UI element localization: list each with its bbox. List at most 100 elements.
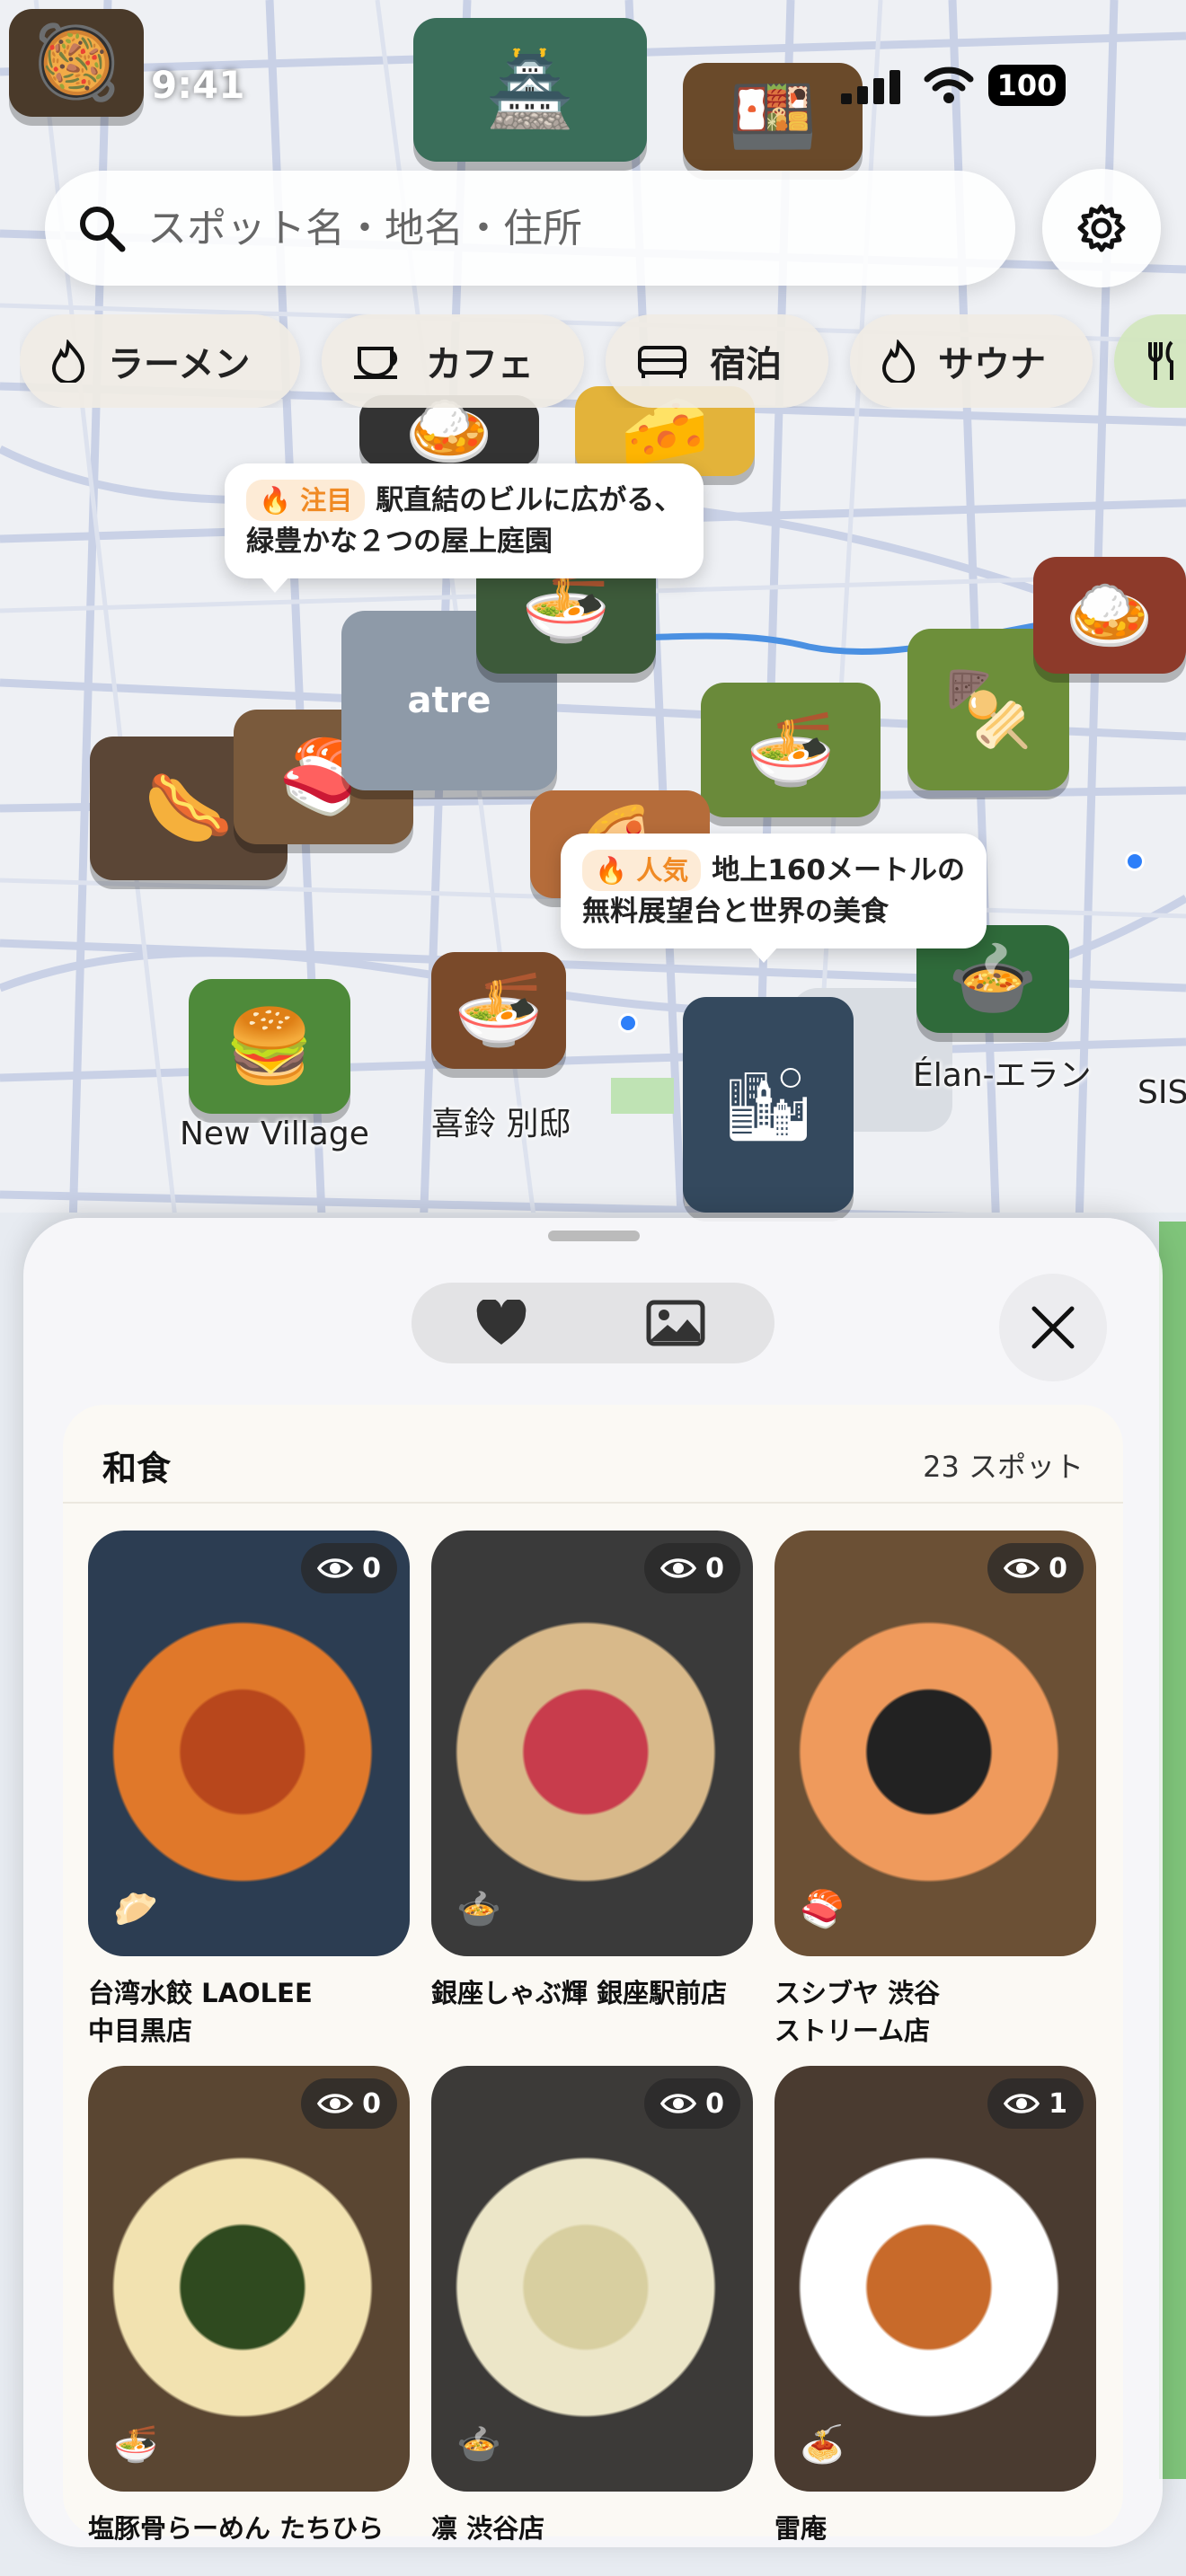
view-count-badge: 0 [644,1543,740,1593]
top-restaurant-tile[interactable]: 🏯 [413,18,647,162]
chip-label: 宿泊 [710,344,782,385]
spot-photo[interactable]: 0 🍣 [774,1531,1096,1956]
spot-name[interactable]: 凛 渋谷店 [431,2510,753,2547]
food-tile-icon: 🍜 [113,2423,158,2466]
spot-name[interactable]: 銀座しゃぶ輝 銀座駅前店 [431,1974,753,2012]
chip-label: ラーメン [108,344,251,385]
spot-card[interactable]: 0 🍲 凛 渋谷店 [431,2066,753,2547]
eye-icon [660,1558,697,1578]
noodle-bowl-tile[interactable]: 🍜 [701,683,881,817]
callout-line: 地上160メートルの [712,854,965,887]
spot-count: 23 スポット [923,1450,1084,1484]
food-tile-icon: 🥟 [113,1888,158,1930]
location-dot [618,1013,638,1033]
spot-name[interactable]: スシブヤ 渋谷 ストリーム店 [774,1974,1096,2050]
chip-cafe[interactable]: カフェ [322,314,584,408]
fork-knife-icon [1148,340,1173,380]
food-tile-icon: 🍝 [800,2423,845,2466]
view-count: 0 [705,1552,724,1584]
callout-line: 駅直結のビルに広がる、 [376,484,683,516]
view-count-badge: 0 [987,1543,1084,1593]
chip-ramen[interactable]: ラーメン [20,314,300,408]
spot-photo[interactable]: 0 🍲 [431,1531,753,1956]
curry-tile[interactable]: 🍛 [1033,557,1186,674]
chip-restaurant[interactable] [1114,314,1186,408]
map-label-kirei[interactable]: 喜鈴 別邸 [431,1098,571,1144]
callout-line: 無料展望台と世界の美食 [582,895,889,928]
gear-icon [1077,204,1126,252]
close-icon [1031,1306,1075,1349]
spot-photo[interactable]: 0 🥟 [88,1531,410,1956]
eye-icon [317,1558,354,1578]
spot-name[interactable]: 雷庵 [774,2510,1096,2547]
bed-icon [638,346,686,378]
spot-photo[interactable]: 0 🍜 [88,2066,410,2492]
flame-icon [51,340,85,383]
favorites-tab[interactable] [447,1283,555,1363]
spot-card[interactable]: 0 🍜 塩豚骨らーめん たちひら [88,2066,410,2547]
bento-tile[interactable]: 🍱 [683,63,863,171]
view-count-badge: 0 [301,2078,397,2129]
callout-line: 緑豊かな２つの屋上庭園 [246,525,553,558]
map-label-new-village[interactable]: New Village [180,1116,369,1152]
food-tile-icon: 🍲 [456,1888,501,1930]
heart-icon [476,1300,527,1345]
map-callout-popular[interactable]: 🔥 人気 地上160メートルの 無料展望台と世界の美食 [561,834,987,963]
view-count-badge: 1 [987,2078,1084,2129]
spot-name[interactable]: 台湾水餃 LAOLEE 中目黒店 [88,1974,410,2050]
search-bar[interactable] [45,171,1015,286]
view-toggle [412,1283,774,1363]
view-count-badge: 0 [644,2078,740,2129]
tower-tile[interactable]: 🏙 [683,997,854,1213]
spot-card[interactable]: 0 🍣 スシブヤ 渋谷 ストリーム店 [774,1531,1096,2050]
category-title: 和食 [102,1449,172,1488]
food-tile-icon: 🍲 [456,2423,501,2466]
category-chips: ラーメン カフェ 宿泊 サウナ [20,314,1186,408]
eye-icon [317,2094,354,2113]
spot-photo[interactable]: 1 🍝 [774,2066,1096,2492]
photos-tab[interactable] [613,1283,739,1363]
burger-tile[interactable]: 🍔 [189,979,350,1114]
chip-lodging[interactable]: 宿泊 [606,314,828,408]
map-callout-featured[interactable]: 🔥 注目 駅直結のビルに広がる、 緑豊かな２つの屋上庭園 [225,463,704,593]
divider [63,1502,1123,1504]
callout-tag: 🔥 人気 [582,850,702,891]
eye-icon [660,2094,697,2113]
spot-card[interactable]: 1 🍝 雷庵 [774,2066,1096,2547]
view-count-badge: 0 [301,1543,397,1593]
spot-card[interactable]: 0 🥟 台湾水餃 LAOLEE 中目黒店 [88,1531,410,2050]
coffee-cup-icon [354,347,398,379]
ramen-tile[interactable]: 🍜 [431,952,566,1069]
flame-icon [881,340,916,383]
view-count: 1 [1049,2087,1067,2120]
map-label-sis[interactable]: SIS [1137,1074,1186,1111]
eye-icon [1004,1558,1040,1578]
cellular-signal-icon [841,70,900,104]
chip-sauna[interactable]: サウナ [850,314,1093,408]
grill-tile[interactable]: 🥘 [9,9,144,117]
food-tile-icon: 🍣 [800,1888,845,1930]
wifi-icon [924,66,974,103]
battery-indicator: 100 [988,65,1066,106]
view-count: 0 [362,1552,381,1584]
settings-button[interactable] [1042,169,1161,287]
bottom-sheet[interactable]: 和食 23 スポット 0 🥟 台湾水餃 LAOLEE 中目黒店 0 🍲 銀座しゃぶ輝 銀座… [23,1218,1163,2547]
spot-list: 和食 23 スポット 0 🥟 台湾水餃 LAOLEE 中目黒店 0 🍲 銀座しゃぶ輝 銀座… [63,1405,1123,2544]
chip-label: カフェ [426,344,534,385]
sheet-drag-handle[interactable] [548,1231,640,1241]
close-button[interactable] [999,1274,1107,1381]
view-count: 0 [362,2087,381,2120]
view-count: 0 [705,2087,724,2120]
eye-icon [1004,2094,1040,2113]
callout-tag: 🔥 注目 [246,480,366,521]
spot-photo[interactable]: 0 🍲 [431,2066,753,2492]
spot-name[interactable]: 塩豚骨らーめん たちひら [88,2510,410,2547]
view-count: 0 [1049,1552,1067,1584]
search-icon [80,207,126,252]
image-icon [646,1300,705,1346]
map-label-elan[interactable]: Élan-エラン [913,1049,1092,1096]
location-dot [1125,851,1145,871]
status-time: 9:41 [151,63,245,107]
search-input[interactable] [146,204,940,252]
spot-card[interactable]: 0 🍲 銀座しゃぶ輝 銀座駅前店 [431,1531,753,2012]
